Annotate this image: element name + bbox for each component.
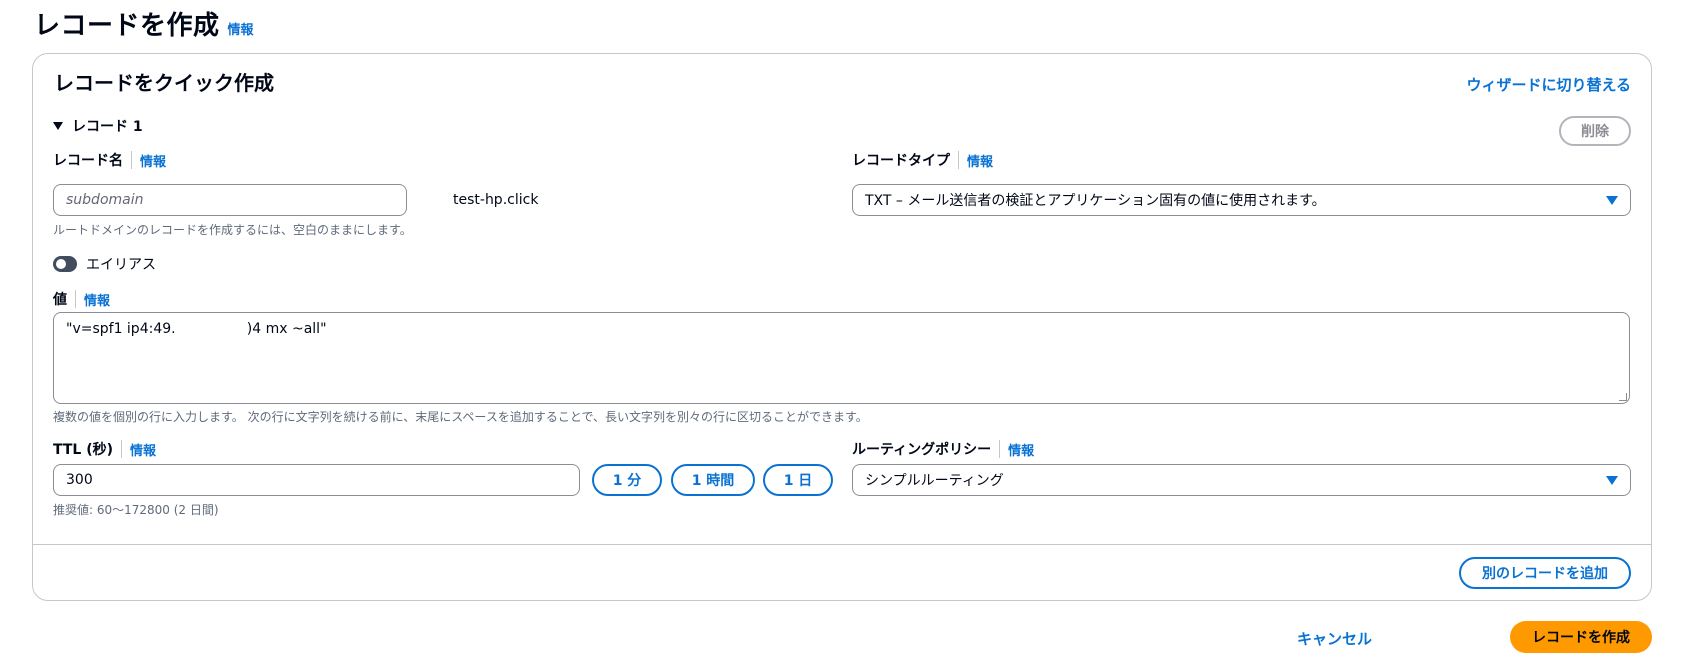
- card-divider: [33, 544, 1651, 545]
- record-name-placeholder: subdomain: [66, 192, 144, 208]
- create-record-button[interactable]: レコードを作成: [1510, 621, 1652, 653]
- ttl-input[interactable]: 300: [53, 464, 580, 496]
- record-type-label: レコードタイプ: [852, 153, 950, 169]
- record-type-info-link[interactable]: 情報: [967, 151, 993, 170]
- record-name-input[interactable]: subdomain: [53, 184, 407, 216]
- record-name-info-link[interactable]: 情報: [140, 151, 166, 170]
- quick-create-card: レコードをクイック作成 ウィザードに切り替える レコード 1 削除 レコード名 …: [32, 53, 1652, 601]
- ttl-hint: 推奨値: 60～172800 (2 日間): [53, 503, 219, 517]
- routing-policy-label: ルーティングポリシー: [852, 442, 992, 458]
- alias-toggle-switch[interactable]: [53, 256, 77, 272]
- ttl-label-row: TTL (秒) 情報: [53, 439, 156, 459]
- record-name-label: レコード名: [53, 153, 123, 169]
- delete-button[interactable]: 削除: [1559, 116, 1631, 146]
- page-header: レコードを作成 情報: [34, 5, 254, 42]
- caret-down-icon: [53, 122, 63, 130]
- dropdown-caret-icon: [1606, 195, 1618, 205]
- page-info-link[interactable]: 情報: [228, 19, 254, 38]
- ttl-1-minute-button[interactable]: 1 分: [592, 464, 662, 496]
- record-type-select[interactable]: TXT – メール送信者の検証とアプリケーション固有の値に使用されます。: [852, 184, 1631, 216]
- record-1-expander[interactable]: レコード 1: [53, 116, 143, 136]
- alias-toggle-row: エイリアス: [53, 254, 156, 274]
- record-type-selected: TXT – メール送信者の検証とアプリケーション固有の値に使用されます。: [865, 193, 1326, 209]
- switch-to-wizard-link[interactable]: ウィザードに切り替える: [1466, 74, 1631, 95]
- record-name-hint: ルートドメインのレコードを作成するには、空白のままにします。: [53, 223, 412, 237]
- label-divider: [999, 440, 1001, 458]
- routing-policy-selected: シンプルルーティング: [865, 473, 1004, 489]
- value-label-row: 値 情報: [53, 289, 110, 309]
- value-hint: 複数の値を個別の行に入力します。 次の行に文字列を続ける前に、末尾にスペースを追…: [53, 410, 868, 424]
- record-name-label-row: レコード名 情報: [53, 150, 166, 170]
- routing-policy-select[interactable]: シンプルルーティング: [852, 464, 1631, 496]
- page-title: レコードを作成: [34, 11, 220, 41]
- value-info-link[interactable]: 情報: [84, 290, 110, 309]
- record-type-label-row: レコードタイプ 情報: [852, 150, 993, 170]
- dropdown-caret-icon: [1606, 475, 1618, 485]
- record-1-label: レコード 1: [72, 119, 143, 135]
- value-text: "v=spf1 ip4:49. )4 mx ~all": [66, 321, 327, 337]
- domain-suffix: test-hp.click: [453, 192, 539, 208]
- ttl-value: 300: [66, 472, 93, 488]
- label-divider: [121, 440, 123, 458]
- label-divider: [131, 151, 132, 169]
- label-divider: [958, 151, 959, 169]
- label-divider: [75, 290, 76, 308]
- cancel-button[interactable]: キャンセル: [1297, 628, 1372, 649]
- alias-label: エイリアス: [86, 257, 156, 273]
- routing-policy-info-link[interactable]: 情報: [1008, 440, 1034, 459]
- ttl-label: TTL (秒): [53, 442, 114, 458]
- resize-handle-icon[interactable]: [1619, 393, 1627, 401]
- card-title: レコードをクイック作成: [54, 71, 274, 95]
- value-textarea[interactable]: "v=spf1 ip4:49. )4 mx ~all": [53, 312, 1630, 404]
- ttl-info-link[interactable]: 情報: [130, 440, 156, 459]
- ttl-1-hour-button[interactable]: 1 時間: [671, 464, 755, 496]
- routing-policy-label-row: ルーティングポリシー 情報: [852, 439, 1034, 459]
- value-label: 値: [53, 292, 67, 308]
- ttl-1-day-button[interactable]: 1 日: [763, 464, 833, 496]
- add-another-record-button[interactable]: 別のレコードを追加: [1459, 557, 1631, 589]
